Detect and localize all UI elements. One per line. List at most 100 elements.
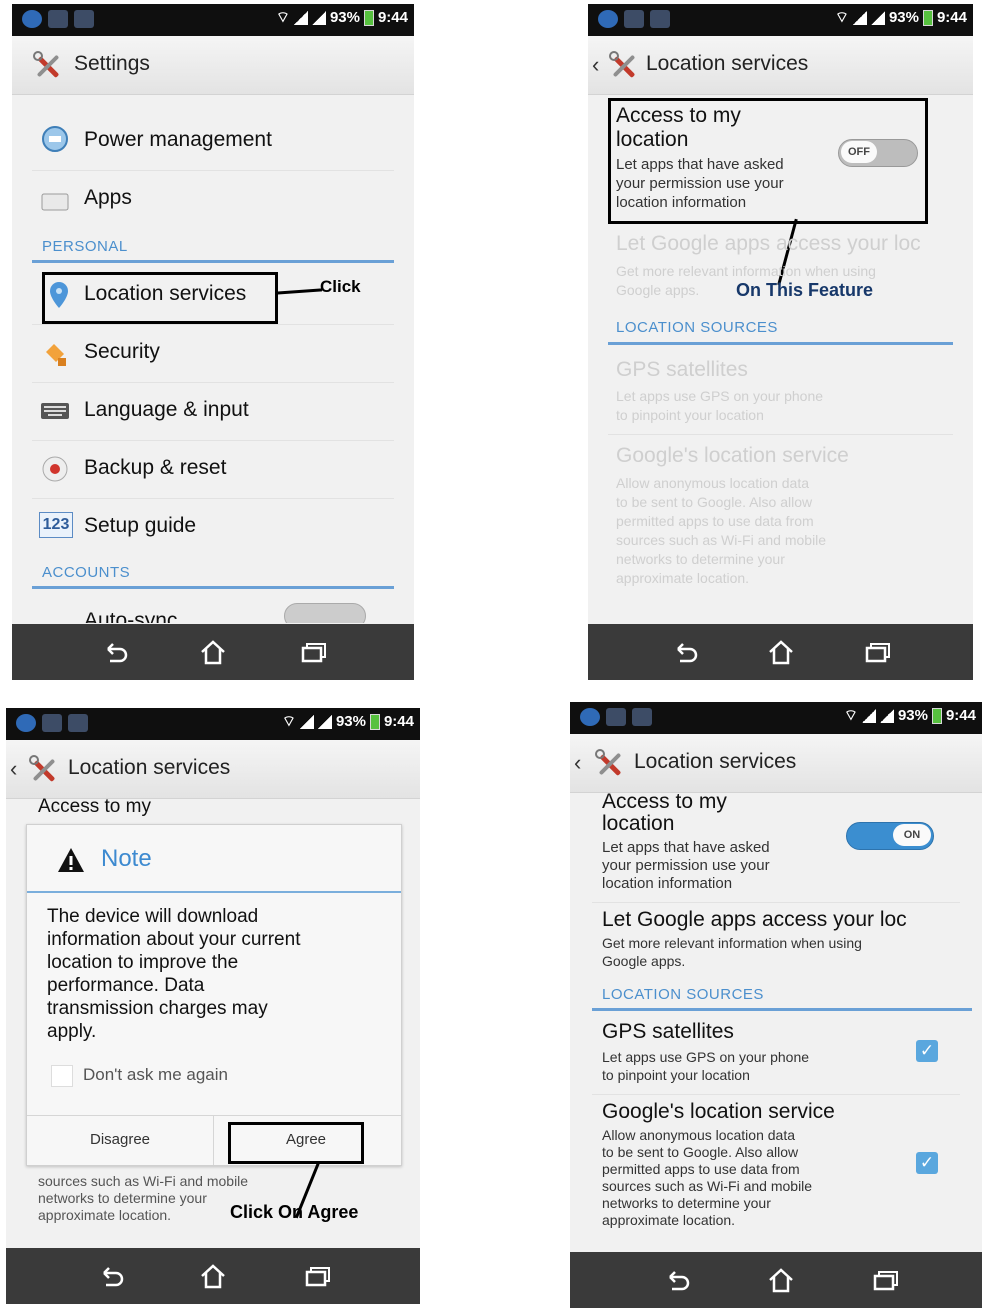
- settings-item-label: Language & input: [84, 398, 249, 421]
- location-services-screen-off: ⌔ 93% 9:44 ‹ Location services Access to m…: [588, 4, 973, 680]
- google-location-description: to be sent to Google. Also allow: [616, 494, 813, 510]
- google-location-description: approximate location.: [602, 1212, 736, 1228]
- status-bar: ⌔ 93% 9:44: [570, 702, 982, 734]
- wifi-icon: ⌔: [834, 9, 849, 26]
- section-header-location-sources: LOCATION SOURCES: [616, 319, 778, 336]
- dialog-title-divider: [27, 891, 401, 893]
- gps-description: Let apps use GPS on your phone: [616, 388, 824, 404]
- divider: [592, 1094, 960, 1095]
- signal-icon: [861, 708, 876, 723]
- click-on-agree-annotation: Click On Agree: [230, 1202, 359, 1222]
- google-location-checkbox[interactable]: ✓: [916, 1152, 938, 1174]
- app-header: Settings: [12, 36, 414, 95]
- access-location-toggle[interactable]: ON: [846, 822, 934, 850]
- divider: [32, 440, 394, 441]
- google-location-description: Allow anonymous location data: [616, 475, 810, 491]
- chat-icon: [68, 714, 88, 732]
- dialog-title: Note: [101, 845, 152, 872]
- battery-percent: 93%: [329, 9, 360, 26]
- section-divider: [32, 260, 394, 263]
- back-chevron-icon[interactable]: ‹: [10, 756, 17, 782]
- settings-tools-icon: [608, 50, 640, 82]
- disagree-button[interactable]: Disagree: [27, 1131, 213, 1148]
- annotation-arrow-line: [275, 288, 323, 295]
- dialog-body-line: location to improve the: [47, 952, 239, 973]
- home-icon[interactable]: [766, 637, 796, 667]
- settings-item-label: Power management: [84, 128, 272, 151]
- section-header-accounts: ACCOUNTS: [42, 564, 131, 581]
- google-apps-description: Google apps.: [602, 953, 686, 969]
- home-icon[interactable]: [198, 637, 228, 667]
- battery-icon: [931, 707, 942, 724]
- google-apps-description: Get more relevant information when using: [616, 263, 876, 279]
- back-chevron-icon[interactable]: ‹: [574, 750, 581, 776]
- gps-title: GPS satellites: [602, 1020, 734, 1043]
- google-location-title: Google's location service: [616, 444, 849, 467]
- access-description: Let apps that have asked: [602, 839, 770, 856]
- navigation-bar: [12, 624, 414, 680]
- status-bar: ⌔ 93% 9:44: [12, 4, 414, 36]
- access-title: Access to my: [38, 796, 151, 817]
- notification-icon: [22, 10, 42, 28]
- highlight-box: [228, 1122, 364, 1164]
- clock: 9:44: [383, 713, 414, 730]
- battery-icon: [363, 9, 374, 26]
- dialog-body-line: The device will download: [47, 906, 259, 927]
- google-location-description: approximate location.: [38, 1207, 172, 1223]
- location-services-screen-on: ⌔ 93% 9:44 ‹ Location services Access to m…: [570, 702, 982, 1308]
- backup-icon: [42, 456, 68, 482]
- section-divider: [592, 1008, 972, 1011]
- back-icon[interactable]: [662, 1265, 692, 1295]
- back-chevron-icon[interactable]: ‹: [592, 52, 599, 78]
- notification-icon: [598, 10, 618, 28]
- dont-ask-checkbox[interactable]: [51, 1065, 73, 1087]
- notification-icon: [16, 714, 36, 732]
- google-apps-title: Let Google apps access your loc: [602, 908, 907, 931]
- google-apps-title: Let Google apps access your loc: [616, 232, 921, 255]
- back-icon[interactable]: [96, 1261, 126, 1291]
- divider: [608, 434, 953, 435]
- google-apps-description: Get more relevant information when using: [602, 935, 862, 951]
- app-header: ‹ Location services: [570, 734, 982, 793]
- access-description: location information: [602, 875, 733, 892]
- page-title: Location services: [68, 756, 231, 779]
- google-apps-description: Google apps.: [616, 282, 700, 298]
- gps-checkbox[interactable]: ✓: [916, 1040, 938, 1062]
- access-title: location: [602, 812, 675, 835]
- settings-item-auto-sync[interactable]: Auto-sync: [12, 599, 414, 623]
- on-this-feature-annotation: On This Feature: [736, 280, 874, 300]
- page-title: Settings: [74, 52, 150, 75]
- page-title: Location services: [634, 750, 797, 773]
- auto-sync-toggle[interactable]: [284, 603, 366, 623]
- dialog-button-divider: [27, 1115, 401, 1116]
- signal-icon: [311, 10, 326, 25]
- apps-icon: [41, 193, 69, 211]
- settings-item-label: Auto-sync: [84, 609, 178, 623]
- recent-apps-icon[interactable]: [862, 637, 892, 667]
- recent-apps-icon[interactable]: [870, 1265, 900, 1295]
- battery-icon: [369, 713, 380, 730]
- navigation-bar: [588, 624, 973, 680]
- page-title: Location services: [646, 52, 809, 75]
- settings-tools-icon: [32, 50, 64, 82]
- home-icon[interactable]: [198, 1261, 228, 1291]
- chat-icon: [632, 708, 652, 726]
- google-location-description: permitted apps to use data from: [616, 513, 814, 529]
- google-location-title: Google's location service: [602, 1100, 835, 1123]
- section-divider: [608, 342, 953, 345]
- power-management-icon: [42, 126, 68, 152]
- recent-apps-icon[interactable]: [302, 1261, 332, 1291]
- image-icon: [48, 10, 68, 28]
- warning-icon: [58, 848, 84, 872]
- wifi-icon: ⌔: [275, 9, 290, 26]
- home-icon[interactable]: [766, 1265, 796, 1295]
- back-icon[interactable]: [670, 637, 700, 667]
- app-header: ‹ Location services: [6, 740, 420, 799]
- settings-item-label: Backup & reset: [84, 456, 227, 479]
- back-icon[interactable]: [100, 637, 130, 667]
- battery-percent: 93%: [335, 713, 366, 730]
- wifi-icon: ⌔: [843, 707, 858, 724]
- chat-icon: [650, 10, 670, 28]
- highlight-box: [42, 272, 278, 324]
- recent-apps-icon[interactable]: [298, 637, 328, 667]
